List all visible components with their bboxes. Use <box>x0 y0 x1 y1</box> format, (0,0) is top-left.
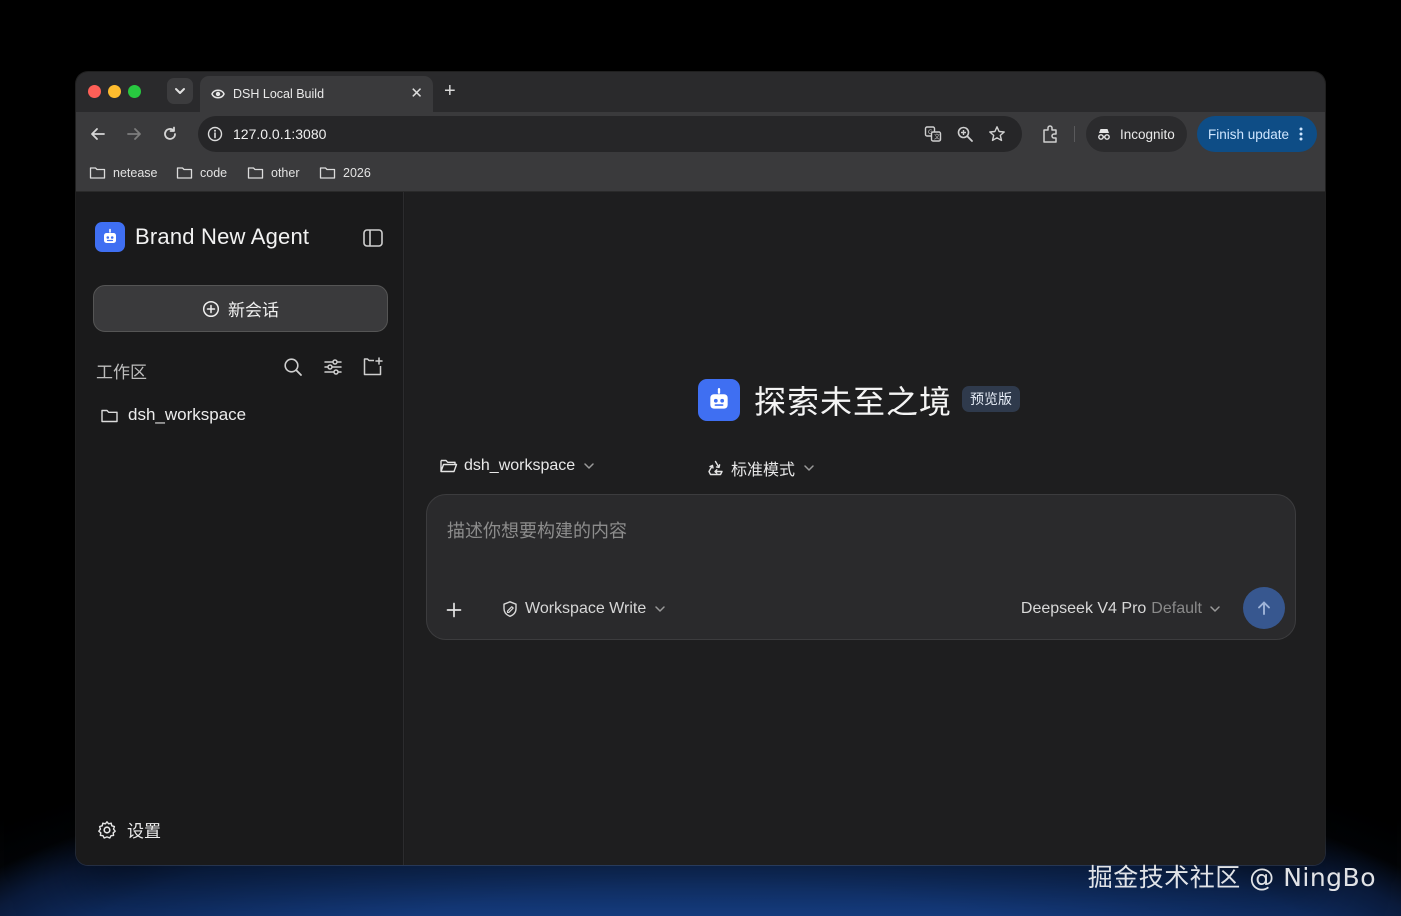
permission-label: Workspace Write <box>525 600 647 617</box>
attach-button[interactable] <box>439 595 469 625</box>
translate-icon[interactable]: G文 <box>924 125 942 143</box>
app-content: Brand New Agent 新会话 工作区 dsh_workspace 设置 <box>76 192 1325 865</box>
chevron-down-icon <box>1210 606 1220 612</box>
bookmark-folder-other[interactable]: other <box>247 164 300 181</box>
robot-icon <box>104 228 116 243</box>
arrow-right-icon <box>127 128 141 140</box>
hero-header: 探索未至之境 预览版 <box>698 377 1021 423</box>
browser-window: DSH Local Build ✕ + 127.0.0.1:3080 G文 In… <box>76 72 1325 865</box>
app-logo <box>95 222 125 252</box>
favicon-icon <box>211 89 225 99</box>
mode-selector[interactable]: 标准模式 <box>706 456 815 480</box>
hero-logo <box>698 379 740 421</box>
folder-open-icon <box>440 459 458 473</box>
folder-icon <box>101 409 118 422</box>
bookmark-label: 2026 <box>343 165 371 180</box>
plus-icon <box>446 602 462 618</box>
shield-edit-icon <box>503 601 517 617</box>
folder-icon <box>247 167 264 179</box>
bookmark-label: code <box>200 165 228 180</box>
new-chat-label: 新会话 <box>228 301 279 320</box>
incognito-label: Incognito <box>1120 126 1175 142</box>
incognito-icon <box>1098 129 1110 140</box>
bookmark-folder-2026[interactable]: 2026 <box>319 164 371 181</box>
folder-icon <box>176 167 193 179</box>
prompt-input[interactable]: 描述你想要构建的内容 <box>447 517 627 543</box>
new-chat-button[interactable]: 新会话 <box>93 285 388 332</box>
url-text[interactable]: 127.0.0.1:3080 <box>233 126 326 142</box>
workspace-item-label: dsh_workspace <box>128 405 247 424</box>
bookmark-label: netease <box>113 165 158 180</box>
settings-label: 设置 <box>127 822 161 841</box>
sidebar: Brand New Agent 新会话 工作区 dsh_workspace 设置 <box>76 192 404 865</box>
model-name: Deepseek V4 Pro <box>1020 600 1147 617</box>
maximize-window-button[interactable] <box>128 85 141 98</box>
watermark: 掘金技术社区 @ NingBo <box>1087 863 1376 892</box>
model-selector[interactable]: Deepseek V4 Pro Default <box>1021 600 1221 618</box>
chevron-down-icon <box>584 462 594 469</box>
robot-icon <box>710 388 728 409</box>
tab-active[interactable]: DSH Local Build ✕ <box>200 76 433 112</box>
minimize-window-button[interactable] <box>108 85 121 98</box>
bookmark-folder-netease[interactable]: netease <box>89 164 157 181</box>
close-tab-icon[interactable]: ✕ <box>410 84 423 102</box>
bookmark-label: other <box>271 165 300 180</box>
back-button[interactable] <box>87 123 109 145</box>
close-window-button[interactable] <box>88 85 101 98</box>
sidebar-toggle-icon[interactable] <box>362 227 384 249</box>
browser-toolbar: 127.0.0.1:3080 G文 Incognito Finish updat… <box>76 112 1325 156</box>
arrow-left-icon <box>91 128 105 140</box>
svg-text:G: G <box>928 129 933 136</box>
chevron-down-icon <box>655 606 665 612</box>
tab-title: DSH Local Build <box>233 87 325 101</box>
brand-name: Brand New Agent <box>135 224 310 249</box>
bookmarks-bar: netease code other 2026 <box>76 156 1325 192</box>
workspace-section-label: 工作区 <box>96 363 147 382</box>
mode-selector-label: 标准模式 <box>731 462 796 479</box>
chevron-down-icon <box>175 88 185 94</box>
reload-icon <box>164 126 176 140</box>
site-info-icon[interactable] <box>207 126 223 142</box>
incognito-indicator[interactable]: Incognito <box>1086 116 1187 152</box>
plus-circle-icon <box>202 300 220 317</box>
svg-text:文: 文 <box>934 133 940 141</box>
model-tag: Default <box>1151 600 1202 617</box>
zoom-icon[interactable] <box>956 125 974 143</box>
gear-icon <box>98 820 116 839</box>
new-folder-icon[interactable] <box>362 356 384 378</box>
search-icon[interactable] <box>282 356 304 378</box>
main-panel: 探索未至之境 预览版 dsh_workspace 标准模式 描述你想要构建的内容 <box>405 192 1325 865</box>
bookmark-folder-code[interactable]: code <box>176 164 227 181</box>
bookmark-star-icon[interactable] <box>988 125 1006 143</box>
tab-strip: DSH Local Build ✕ + <box>76 72 1325 112</box>
prompt-composer: 描述你想要构建的内容 Workspace Write Deepseek V4 P… <box>426 494 1296 640</box>
send-button[interactable] <box>1243 587 1285 629</box>
address-bar[interactable]: 127.0.0.1:3080 G文 <box>198 116 1022 152</box>
chevron-down-icon <box>804 465 814 471</box>
filter-sliders-icon[interactable] <box>322 356 344 378</box>
settings-button[interactable]: 设置 <box>97 817 161 842</box>
reload-button[interactable] <box>159 123 181 145</box>
new-tab-button[interactable]: + <box>444 80 456 102</box>
more-vertical-icon <box>1299 127 1303 141</box>
preview-badge: 预览版 <box>962 386 1021 412</box>
workspace-selector[interactable]: dsh_workspace <box>439 456 595 475</box>
forward-button[interactable] <box>123 123 145 145</box>
permission-selector[interactable]: Workspace Write <box>501 600 666 618</box>
folder-icon <box>319 167 336 179</box>
arrow-up-icon <box>1258 601 1270 615</box>
folder-icon <box>89 167 106 179</box>
finish-update-label: Finish update <box>1208 126 1290 142</box>
recycle-icon <box>708 460 723 475</box>
tab-search-button[interactable] <box>167 78 193 104</box>
workspace-selector-label: dsh_workspace <box>464 456 576 474</box>
workspace-item[interactable]: dsh_workspace <box>100 405 246 425</box>
finish-update-button[interactable]: Finish update <box>1197 116 1318 152</box>
extensions-icon[interactable] <box>1039 123 1061 145</box>
hero-title: 探索未至之境 <box>754 383 953 421</box>
toolbar-divider <box>1074 126 1075 142</box>
